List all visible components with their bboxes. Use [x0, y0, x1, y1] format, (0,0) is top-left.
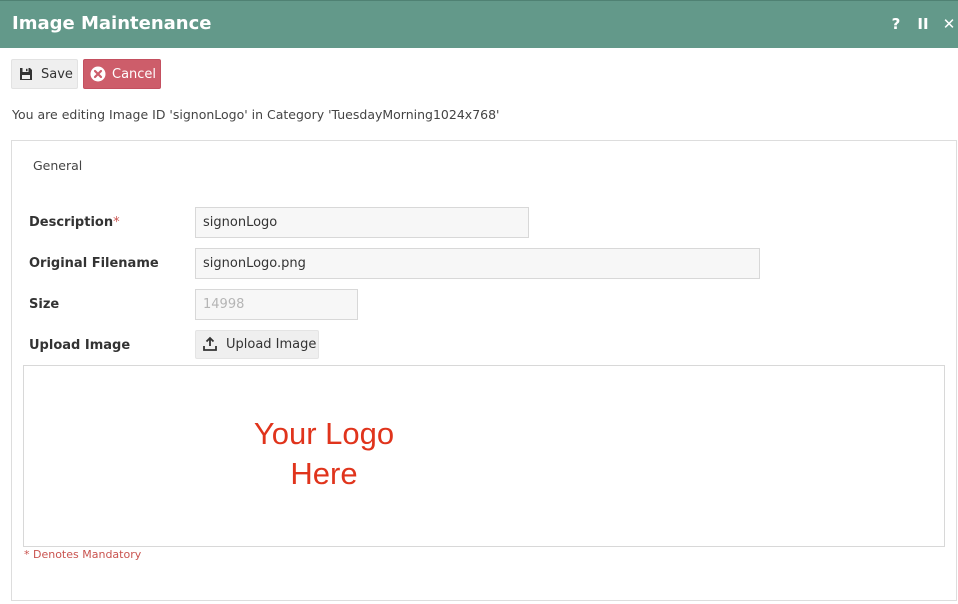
size-label: Size: [29, 297, 60, 312]
original-filename-label: Original Filename: [29, 256, 159, 271]
description-label-text: Description: [29, 215, 114, 230]
save-button-label: Save: [41, 67, 73, 82]
logo-text-line1: Your Logo: [253, 416, 395, 451]
description-label: Description*: [29, 214, 120, 232]
upload-image-button[interactable]: Upload Image: [195, 330, 319, 359]
description-input[interactable]: [195, 207, 529, 238]
original-filename-input[interactable]: [195, 248, 760, 279]
cancel-button-label: Cancel: [112, 67, 157, 82]
required-mark: *: [113, 215, 120, 230]
pause-icon[interactable]: II: [914, 13, 932, 35]
upload-image-button-label: Upload Image: [226, 337, 317, 352]
general-panel: General Description* Original Filename S…: [11, 140, 957, 601]
close-icon[interactable]: ✕: [940, 13, 958, 35]
upload-icon: [203, 336, 217, 351]
image-preview: Your Logo Here: [23, 365, 945, 547]
cancel-button[interactable]: Cancel: [83, 59, 161, 89]
title-bar: Image Maintenance ? II ✕: [0, 0, 958, 48]
save-button[interactable]: Save: [11, 59, 78, 89]
upload-image-label: Upload Image: [29, 338, 131, 353]
floppy-disk-icon: [20, 68, 32, 80]
section-title-general: General: [33, 158, 83, 173]
help-icon[interactable]: ?: [888, 13, 904, 35]
logo-text-line2: Here: [290, 456, 358, 491]
cancel-circle-icon: [90, 66, 106, 82]
mandatory-note: * Denotes Mandatory: [24, 548, 142, 561]
size-input: [195, 289, 358, 320]
logo-placeholder: Your Logo Here: [224, 414, 424, 494]
editing-info-text: You are editing Image ID 'signonLogo' in…: [12, 107, 500, 122]
window-title: Image Maintenance: [12, 13, 212, 34]
